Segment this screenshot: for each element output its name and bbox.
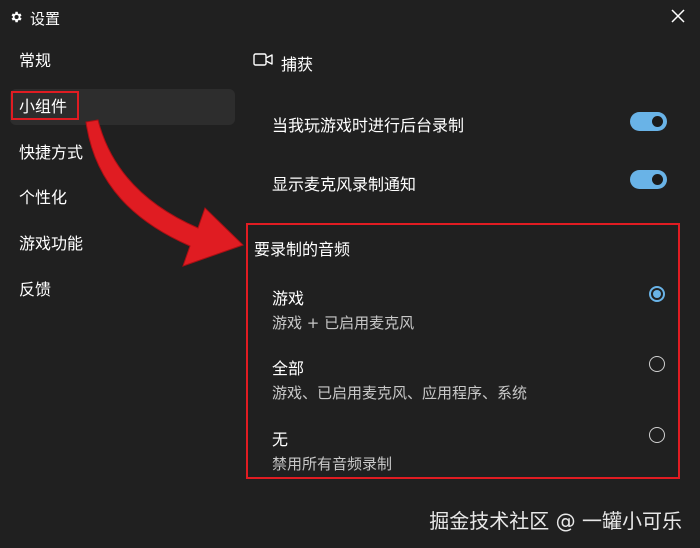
audio-option-all-label: 全部 — [272, 359, 305, 378]
audio-option-none-label: 无 — [272, 430, 289, 449]
background-recording-toggle[interactable] — [630, 112, 667, 131]
sidebar-item-feedback[interactable]: 反馈 — [10, 272, 235, 308]
audio-option-none-description: 禁用所有音频录制 — [272, 455, 393, 473]
watermark-text: 掘金技术社区 @ 一罐小可乐 — [429, 509, 682, 533]
sidebar-item-label: 反馈 — [19, 280, 52, 299]
sidebar-item-label: 常规 — [19, 51, 52, 70]
title-bar: 设置 — [0, 0, 700, 34]
sidebar-item-label: 游戏功能 — [19, 234, 84, 253]
audio-option-game-radio[interactable] — [649, 286, 665, 302]
audio-option-game-description: 游戏 + 已启用麦克风 — [272, 314, 415, 332]
sidebar-item-shortcuts[interactable]: 快捷方式 — [10, 135, 235, 171]
sidebar-item-label: 快捷方式 — [19, 143, 84, 162]
mic-notification-toggle[interactable] — [630, 170, 667, 189]
audio-option-all-radio[interactable] — [649, 356, 665, 372]
gear-icon — [11, 11, 22, 23]
audio-section-title: 要录制的音频 — [254, 240, 351, 259]
camera-icon — [253, 53, 273, 66]
setting-background-recording-label: 当我玩游戏时进行后台录制 — [272, 116, 465, 135]
toggle-knob — [652, 116, 663, 127]
audio-option-none-radio[interactable] — [649, 427, 665, 443]
section-title: 捕获 — [281, 55, 314, 74]
sidebar-item-gaming-features[interactable]: 游戏功能 — [10, 226, 235, 262]
window-title: 设置 — [30, 10, 61, 28]
toggle-knob — [652, 174, 663, 185]
close-icon[interactable] — [668, 6, 688, 26]
sidebar-item-label: 个性化 — [19, 188, 68, 207]
audio-option-game-label: 游戏 — [272, 289, 305, 308]
annotation-highlight-box — [11, 91, 79, 120]
settings-window: 设置 常规 小组件 快捷方式 个性化 游戏功能 反馈 捕获 当我玩游戏时进行后台… — [0, 0, 700, 548]
annotation-audio-box — [246, 223, 680, 479]
sidebar-item-general[interactable]: 常规 — [10, 43, 235, 79]
sidebar-item-personalization[interactable]: 个性化 — [10, 180, 235, 216]
setting-mic-notification-label: 显示麦克风录制通知 — [272, 175, 417, 194]
audio-option-all-description: 游戏、已启用麦克风、应用程序、系统 — [272, 384, 528, 402]
